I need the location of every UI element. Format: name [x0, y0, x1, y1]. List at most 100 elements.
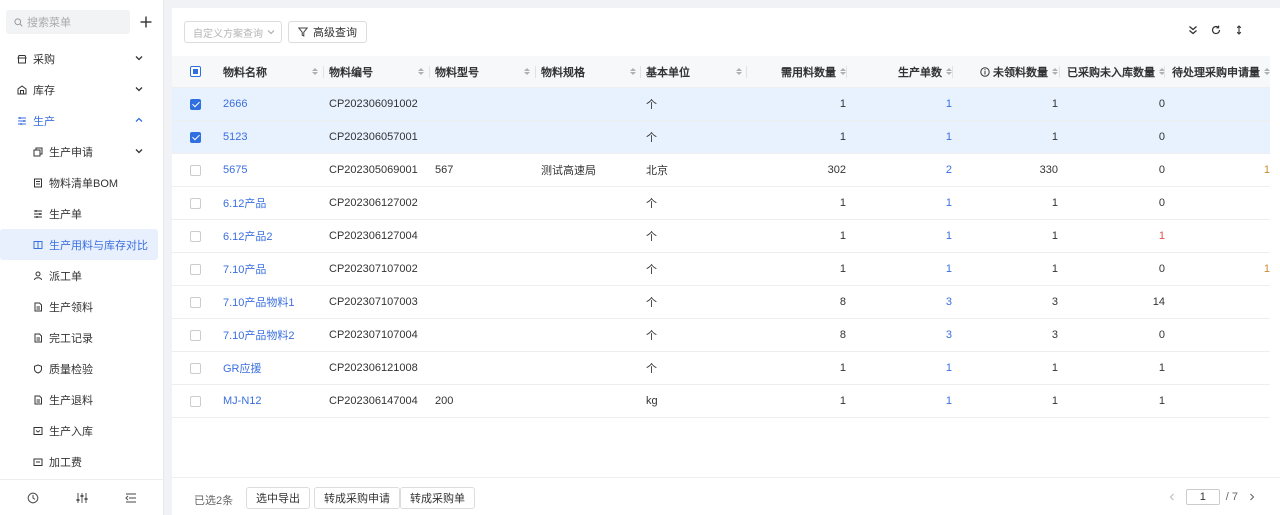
sort-icon[interactable] [736, 68, 742, 75]
advanced-query-button[interactable]: 高级查询 [288, 21, 367, 43]
to-purchase-order-button[interactable]: 转成采购单 [400, 487, 475, 509]
export-selected-button[interactable]: 选中导出 [246, 487, 310, 509]
row-checkbox[interactable] [190, 362, 201, 374]
cell-name[interactable]: 5675 [223, 154, 323, 186]
column-header[interactable]: 物料编号 [329, 56, 429, 87]
column-header[interactable]: 待处理采购申请量 [1170, 56, 1270, 87]
page-input[interactable]: 1 [1185, 489, 1220, 505]
column-divider[interactable] [952, 66, 953, 78]
select-all-checkbox[interactable] [190, 66, 201, 77]
row-checkbox[interactable] [190, 329, 201, 341]
table-row[interactable]: 7.10产品 CP202307107002 个 1 1 1 0 1 [172, 253, 1270, 286]
chevron-right-icon[interactable] [1248, 493, 1256, 501]
cell-orders[interactable]: 1 [852, 352, 952, 384]
history-icon[interactable] [27, 492, 39, 504]
row-checkbox[interactable] [190, 98, 201, 110]
cell-orders[interactable]: 1 [852, 121, 952, 153]
row-checkbox[interactable] [190, 395, 201, 407]
sidebar-item-6[interactable]: 生产用料与库存对比 [0, 229, 158, 260]
table-row[interactable]: 5675 CP202305069001 567 测试高速局 北京 302 2 330 0 1 [172, 154, 1270, 187]
column-height-icon[interactable] [1234, 25, 1244, 35]
cell-name[interactable]: 7.10产品 [223, 253, 323, 285]
table-row[interactable]: 6.12产品2 CP202306127004 个 1 1 1 1 [172, 220, 1270, 253]
sidebar-item-5[interactable]: 生产单 [0, 198, 164, 229]
row-checkbox[interactable] [190, 296, 201, 308]
column-header[interactable]: 未领料数量 [958, 56, 1058, 87]
column-divider[interactable] [535, 66, 536, 78]
chevron-left-icon[interactable] [1168, 493, 1176, 501]
table-row[interactable]: GR应援 CP202306121008 个 1 1 1 1 [172, 352, 1270, 385]
refresh-icon[interactable] [1211, 25, 1221, 35]
sort-icon[interactable] [524, 68, 530, 75]
row-checkbox[interactable] [190, 197, 201, 209]
row-checkbox[interactable] [190, 230, 201, 242]
column-header[interactable]: 物料名称 [223, 56, 323, 87]
cell-orders[interactable]: 3 [852, 286, 952, 318]
cell-name[interactable]: 7.10产品物料1 [223, 286, 323, 318]
table-row[interactable]: 7.10产品物料2 CP202307107004 个 8 3 3 0 [172, 319, 1270, 352]
sidebar-item-8[interactable]: 生产领料 [0, 291, 164, 322]
column-divider[interactable] [846, 66, 847, 78]
cell-orders[interactable]: 1 [852, 88, 952, 120]
cell-name[interactable]: 6.12产品 [223, 187, 323, 219]
sidebar-item-3[interactable]: 生产申请 [0, 136, 164, 167]
row-checkbox[interactable] [190, 263, 201, 275]
sidebar-item-11[interactable]: 生产退料 [0, 384, 164, 415]
sort-icon[interactable] [312, 68, 318, 75]
row-checkbox[interactable] [190, 131, 201, 143]
table-row[interactable]: 7.10产品物料1 CP202307107003 个 8 3 3 14 [172, 286, 1270, 319]
double-chevron-down-icon[interactable] [1188, 25, 1198, 35]
column-header[interactable]: 物料型号 [435, 56, 535, 87]
cell-name[interactable]: 2666 [223, 88, 323, 120]
table-row[interactable]: 6.12产品 CP202306127002 个 1 1 1 0 [172, 187, 1270, 220]
column-divider[interactable] [1059, 66, 1060, 78]
column-header[interactable]: 已采购未入库数量 [1065, 56, 1165, 87]
cell-orders[interactable]: 1 [852, 187, 952, 219]
sort-icon[interactable] [418, 68, 424, 75]
cell-name[interactable]: 5123 [223, 121, 323, 153]
sort-icon[interactable] [630, 68, 636, 75]
table-row[interactable]: 5123 CP202306057001 个 1 1 1 0 [172, 121, 1270, 154]
sidebar-item-12[interactable]: 生产入库 [0, 415, 164, 446]
sidebar-item-9[interactable]: 完工记录 [0, 322, 164, 353]
cell-name[interactable]: 6.12产品2 [223, 220, 323, 252]
sidebar-item-13[interactable]: 加工费 [0, 446, 164, 477]
add-menu-button[interactable] [134, 10, 158, 34]
sidebar-item-2[interactable]: 生产 [0, 105, 164, 136]
sidebar-item-7[interactable]: 派工单 [0, 260, 164, 291]
cell-orders[interactable]: 1 [852, 253, 952, 285]
column-header[interactable]: 基本单位 [646, 56, 746, 87]
sidebar-item-4[interactable]: 物料清单BOM [0, 167, 164, 198]
column-divider[interactable] [640, 66, 641, 78]
scheme-query-select[interactable]: 自定义方案查询 [184, 21, 282, 43]
cell-spec [541, 253, 641, 285]
cell-orders[interactable]: 3 [852, 319, 952, 351]
column-divider[interactable] [1164, 66, 1165, 78]
sidebar-item-0[interactable]: 采购 [0, 43, 164, 74]
to-purchase-request-button[interactable]: 转成采购申请 [314, 487, 400, 509]
sidebar-item-1[interactable]: 库存 [0, 74, 164, 105]
sliders-icon[interactable] [76, 492, 88, 504]
row-checkbox[interactable] [190, 164, 201, 176]
column-divider[interactable] [429, 66, 430, 78]
column-divider[interactable] [323, 66, 324, 78]
collapse-menu-icon[interactable] [125, 492, 137, 504]
column-header[interactable]: 需用料数量 [752, 56, 846, 87]
table-row[interactable]: 2666 CP202306091002 个 1 1 1 0 [172, 88, 1270, 121]
column-header[interactable]: 物料规格 [541, 56, 641, 87]
column-divider[interactable] [746, 66, 747, 78]
table-row[interactable]: MJ-N12 CP202306147004 200 kg 1 1 1 1 [172, 385, 1270, 418]
search-input[interactable]: 搜索菜单 [6, 10, 130, 34]
cell-name[interactable]: MJ-N12 [223, 385, 323, 417]
sort-icon[interactable] [1264, 68, 1270, 75]
sort-icon[interactable] [1052, 68, 1058, 75]
cell-orders[interactable]: 1 [852, 385, 952, 417]
sidebar-item-10[interactable]: 质量检验 [0, 353, 164, 384]
shield-icon [33, 363, 43, 374]
cell-name[interactable]: GR应援 [223, 352, 323, 384]
cell-unpicked: 1 [1051, 362, 1058, 374]
cell-orders[interactable]: 1 [852, 220, 952, 252]
cell-orders[interactable]: 2 [852, 154, 952, 186]
cell-name[interactable]: 7.10产品物料2 [223, 319, 323, 351]
column-header[interactable]: 生产单数 [852, 56, 952, 87]
